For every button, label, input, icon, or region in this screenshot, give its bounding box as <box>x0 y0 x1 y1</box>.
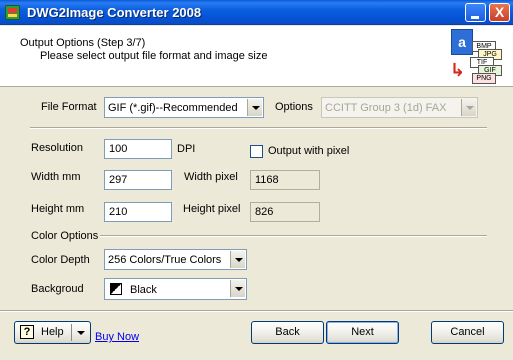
footer-divider <box>0 310 513 312</box>
width-pixel-field: 1168 <box>250 170 320 190</box>
background-color-value: Black <box>130 284 157 296</box>
file-format-label: File Format <box>41 101 97 113</box>
minimize-button[interactable] <box>465 3 486 22</box>
height-mm-label: Height mm <box>31 203 85 215</box>
output-with-pixel-checkbox[interactable] <box>250 145 263 158</box>
chevron-down-icon[interactable] <box>230 280 245 297</box>
back-button[interactable]: Back <box>251 321 324 344</box>
resolution-input[interactable]: 100 <box>104 139 172 159</box>
window-title: DWG2Image Converter 2008 <box>27 5 202 20</box>
buy-now-link[interactable]: Buy Now <box>95 331 139 343</box>
convert-arrow-icon: ↳ <box>450 60 466 80</box>
help-label: Help <box>41 326 64 338</box>
chevron-down-icon[interactable] <box>230 251 245 268</box>
color-depth-value: 256 Colors/True Colors <box>108 254 222 266</box>
minimize-icon <box>471 16 479 19</box>
chevron-down-icon[interactable] <box>77 331 85 335</box>
color-depth-label: Color Depth <box>31 254 90 266</box>
height-pixel-field: 826 <box>250 202 320 222</box>
width-mm-label: Width mm <box>31 171 81 183</box>
step-title: Output Options (Step 3/7) <box>20 37 146 49</box>
dpi-unit-label: DPI <box>177 143 196 155</box>
options-select[interactable]: CCITT Group 3 (1d) FAX <box>321 97 478 118</box>
close-icon: X <box>494 4 505 20</box>
color-swatch-icon <box>110 283 122 295</box>
divider <box>100 235 487 237</box>
close-button[interactable]: X <box>489 3 510 22</box>
step-subtitle: Please select output file format and ima… <box>40 50 268 62</box>
png-format-icon: PNG <box>472 73 496 84</box>
width-mm-input[interactable]: 297 <box>104 170 172 190</box>
color-depth-select[interactable]: 256 Colors/True Colors <box>104 249 247 270</box>
wizard-header: Output Options (Step 3/7) Please select … <box>0 26 513 87</box>
options-label: Options <box>275 101 313 113</box>
options-value: CCITT Group 3 (1d) FAX <box>325 102 447 114</box>
background-label: Backgroud <box>31 283 84 295</box>
height-mm-input[interactable]: 210 <box>104 202 172 222</box>
app-icon <box>5 5 20 20</box>
cancel-button[interactable]: Cancel <box>431 321 504 344</box>
split-divider <box>71 324 72 341</box>
help-button[interactable]: ? Help <box>14 321 91 344</box>
file-format-value: GIF (*.gif)--Recommended <box>108 102 238 114</box>
next-button[interactable]: Next <box>326 321 399 344</box>
background-color-select[interactable]: Black <box>104 278 247 300</box>
resolution-label: Resolution <box>31 142 83 154</box>
chevron-down-icon[interactable] <box>247 99 262 116</box>
chevron-down-icon[interactable] <box>461 99 476 116</box>
help-icon: ? <box>20 325 34 339</box>
dwg-document-icon: a <box>451 29 473 55</box>
output-with-pixel-label: Output with pixel <box>268 145 350 157</box>
width-pixel-label: Width pixel <box>184 171 238 183</box>
file-format-select[interactable]: GIF (*.gif)--Recommended <box>104 97 264 118</box>
height-pixel-label: Height pixel <box>183 203 241 215</box>
header-graphic: a BMP JPG TIF GIF PNG ↳ <box>448 27 504 85</box>
title-bar: DWG2Image Converter 2008 X <box>0 0 513 25</box>
color-options-heading: Color Options <box>31 230 99 242</box>
divider <box>30 127 487 129</box>
